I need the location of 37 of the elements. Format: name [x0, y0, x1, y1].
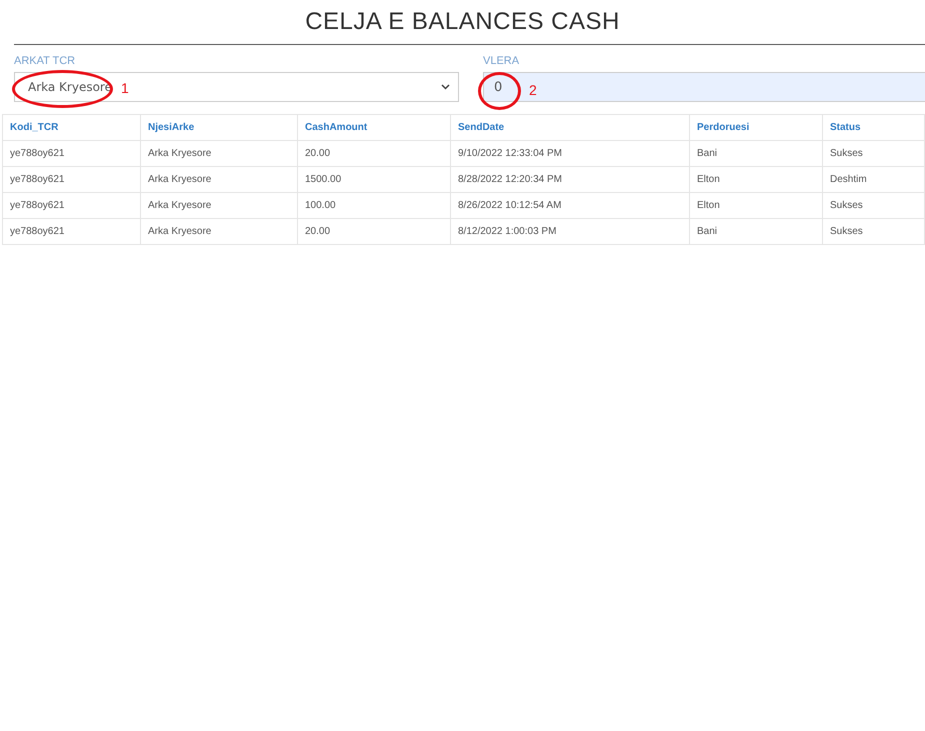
table-cell: 8/26/2022 10:12:54 AM: [450, 192, 690, 218]
table-cell: 1500.00: [298, 166, 450, 192]
table-cell: Arka Kryesore: [140, 218, 298, 244]
annotation-number: 2: [529, 82, 537, 98]
column-header[interactable]: CashAmount: [298, 114, 450, 140]
table-cell: 9/10/2022 12:33:04 PM: [450, 140, 690, 166]
table-cell: Sukses: [822, 218, 924, 244]
column-header[interactable]: Perdoruesi: [690, 114, 822, 140]
table-cell: ye788oy621: [2, 192, 140, 218]
annotation-ellipse: [478, 72, 521, 110]
table-cell: Arka Kryesore: [140, 166, 298, 192]
table-cell: Deshtim: [822, 166, 924, 192]
table-cell: 20.00: [298, 218, 450, 244]
table-cell: Arka Kryesore: [140, 140, 298, 166]
table-cell: Elton: [690, 192, 822, 218]
table-cell: 20.00: [298, 140, 450, 166]
table-cell: Arka Kryesore: [140, 192, 298, 218]
column-header[interactable]: Status: [822, 114, 924, 140]
table-cell: ye788oy621: [2, 140, 140, 166]
field-label: ARKAT TCR: [14, 54, 76, 69]
table-cell: Sukses: [822, 192, 924, 218]
page-title: CELJA E BALANCES CASH: [304, 7, 621, 37]
table-cell: 8/28/2022 12:20:34 PM: [450, 166, 690, 192]
table-cell: ye788oy621: [2, 218, 140, 244]
table-cell: Sukses: [822, 140, 924, 166]
table-cell: Elton: [690, 166, 822, 192]
field-label: VLERA: [483, 54, 520, 69]
table-cell: 100.00: [298, 192, 450, 218]
column-header[interactable]: SendDate: [450, 114, 690, 140]
caret-icon: [441, 84, 450, 90]
column-header[interactable]: Kodi_TCR: [2, 114, 140, 140]
table-cell: Bani: [690, 218, 822, 244]
table-cell: ye788oy621: [2, 166, 140, 192]
annotation-number: 1: [121, 80, 129, 96]
table-cell: 8/12/2022 1:00:03 PM: [450, 218, 690, 244]
table-cell: Bani: [690, 140, 822, 166]
column-header[interactable]: NjesiArke: [140, 114, 298, 140]
